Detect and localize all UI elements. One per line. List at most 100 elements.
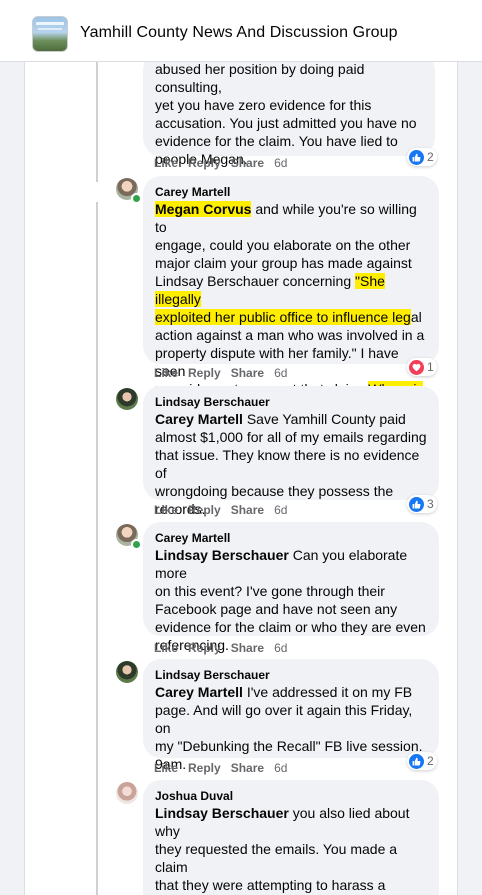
comment-text-line: evidence for the claim. You have lied to — [155, 132, 423, 150]
comment-actions: Like Reply Share 6d — [154, 503, 297, 517]
comment-timestamp[interactable]: 6d — [274, 641, 287, 655]
reaction-count[interactable]: 2 — [407, 148, 437, 166]
avatar[interactable] — [116, 782, 138, 804]
mention-link[interactable]: Megan Corvus — [155, 201, 252, 217]
comment-text-line: Megan Corvus and while you're so willing… — [155, 200, 427, 236]
comment-text: Megan Corvus and while you're so willing… — [155, 200, 427, 416]
reply-button[interactable]: Reply — [188, 761, 221, 775]
like-button[interactable]: Like — [154, 156, 178, 170]
comment-text-segment: Facebook page and have not seen any — [155, 601, 398, 617]
comment-text-segment: that they were attempting to harass a — [155, 877, 386, 893]
comment-bubble: Lindsay Berschauer Carey Martell Save Ya… — [143, 386, 439, 517]
like-reaction-icon — [409, 753, 424, 769]
comment-text-segment: almost $1,000 for all of my emails regar… — [155, 429, 427, 445]
comment-text-line: major claim your group has made against — [155, 254, 427, 272]
share-button[interactable]: Share — [231, 156, 264, 170]
group-header: Yamhill County News And Discussion Group — [0, 0, 482, 62]
comment-text: Carey Martell I've addressed it on my FB… — [155, 683, 427, 773]
comment-text-line: Facebook page and have not seen any — [155, 600, 427, 618]
reply-button[interactable]: Reply — [188, 503, 221, 517]
comment-text-segment: action against a man who was involved in… — [155, 327, 425, 343]
comment-timestamp[interactable]: 6d — [274, 761, 287, 775]
reaction-count-label: 3 — [427, 497, 434, 511]
like-button[interactable]: Like — [154, 366, 178, 380]
comment-text-line: almost $1,000 for all of my emails regar… — [155, 428, 427, 446]
avatar[interactable] — [116, 661, 138, 683]
reaction-count-label: 2 — [427, 754, 434, 768]
share-button[interactable]: Share — [231, 761, 264, 775]
comment-text-segment: exploited her public office to influence… — [155, 309, 411, 325]
comment-text-segment: page. And will go over it again this Fri… — [155, 702, 413, 736]
love-reaction-icon — [409, 359, 424, 375]
reaction-count[interactable]: 2 — [407, 752, 437, 770]
comment-thread: abused her position by doing paid consul… — [24, 62, 458, 895]
comment-bubble: Carey Martell Lindsay Berschauer Can you… — [143, 522, 439, 653]
group-avatar-icon[interactable] — [32, 16, 68, 52]
comment-text-segment: abused her position by doing paid consul… — [155, 62, 365, 95]
comment-bubble: Joshua Duval Lindsay Berschauer you also… — [143, 780, 439, 895]
mention-link[interactable]: Carey Martell — [155, 684, 243, 700]
comment-text-line: page. And will go over it again this Fri… — [155, 701, 427, 737]
comment-text-line: Lindsay Berschauer Can you elaborate mor… — [155, 546, 427, 582]
comment-text-line: Carey Martell Save Yamhill County paid — [155, 410, 427, 428]
reply-button[interactable]: Reply — [188, 366, 221, 380]
comment-text-segment: accusation. You just admitted you have n… — [155, 115, 417, 131]
comment-text: abused her position by doing paid consul… — [155, 62, 423, 168]
mention-link[interactable]: Lindsay Berschauer — [155, 805, 289, 821]
comment-author[interactable]: Joshua Duval — [155, 788, 427, 804]
thread-line — [96, 62, 98, 182]
comment-text-line: accusation. You just admitted you have n… — [155, 114, 423, 132]
comment-text-line: that they were attempting to harass a — [155, 876, 427, 894]
like-button[interactable]: Like — [154, 641, 178, 655]
comment-author[interactable]: Lindsay Berschauer — [155, 394, 427, 410]
comment-text-segment: wrongdoing because they possess the — [155, 483, 394, 499]
group-title[interactable]: Yamhill County News And Discussion Group — [80, 24, 398, 42]
comment-text: Carey Martell Save Yamhill County paid al… — [155, 410, 427, 518]
share-button[interactable]: Share — [231, 503, 264, 517]
comment-author[interactable]: Lindsay Berschauer — [155, 667, 427, 683]
comment-text-line: Lindsay Berschauer you also lied about w… — [155, 804, 427, 840]
share-button[interactable]: Share — [231, 366, 264, 380]
comment-text-segment: on this event? I've gone through their — [155, 583, 385, 599]
comment-text-line: evidence for the claim or who they are e… — [155, 618, 427, 636]
like-button[interactable]: Like — [154, 761, 178, 775]
comment-text: Lindsay Berschauer you also lied about w… — [155, 804, 427, 895]
comment-text-line: action against a man who was involved in… — [155, 326, 427, 344]
reply-button[interactable]: Reply — [188, 641, 221, 655]
comment-text-segment: yet you have zero evidence for this — [155, 97, 372, 113]
reaction-count[interactable]: 3 — [407, 495, 437, 513]
like-button[interactable]: Like — [154, 503, 178, 517]
comment-text-line: on this event? I've gone through their — [155, 582, 427, 600]
comment-text-line: they requested the emails. You made a cl… — [155, 840, 427, 876]
comment-text-line: Lindsay Berschauer concerning "She illeg… — [155, 272, 427, 308]
share-button[interactable]: Share — [231, 641, 264, 655]
comment-author[interactable]: Carey Martell — [155, 530, 427, 546]
comment-actions: Like Reply Share 6d — [154, 641, 297, 655]
mention-link[interactable]: Carey Martell — [155, 411, 243, 427]
reaction-count[interactable]: 1 — [407, 358, 437, 376]
comment-text-line: engage, could you elaborate on the other — [155, 236, 427, 254]
comment-text-line: abused her position by doing paid consul… — [155, 62, 423, 96]
comment-text-line: Carey Martell I've addressed it on my FB — [155, 683, 427, 701]
comment-text-segment: major claim your group has made against — [155, 255, 412, 271]
reply-button[interactable]: Reply — [188, 156, 221, 170]
comment-author[interactable]: Carey Martell — [155, 184, 427, 200]
like-reaction-icon — [409, 496, 424, 512]
comment-actions: Like Reply Share 6d — [154, 156, 297, 170]
comment-bubble: abused her position by doing paid consul… — [143, 62, 435, 167]
comment-text-line: my "Debunking the Recall" FB live sessio… — [155, 737, 427, 755]
comment-text-segment: Lindsay Berschauer concerning — [155, 273, 356, 289]
comment-actions: Like Reply Share 6d — [154, 761, 297, 775]
comment-text-segment: they requested the emails. You made a cl… — [155, 841, 398, 875]
online-status-icon — [131, 193, 142, 204]
avatar[interactable] — [116, 388, 138, 410]
comment-text-segment: engage, could you elaborate on the other — [155, 237, 411, 253]
comment-timestamp[interactable]: 6d — [274, 366, 287, 380]
comment-timestamp[interactable]: 6d — [274, 503, 287, 517]
reaction-count-label: 1 — [427, 360, 434, 374]
comment-text-segment: al — [410, 309, 422, 325]
mention-link[interactable]: Lindsay Berschauer — [155, 547, 289, 563]
comment-text-line: that issue. They know there is no eviden… — [155, 446, 427, 482]
comment-timestamp[interactable]: 6d — [274, 156, 287, 170]
comment-text-segment: evidence for the claim or who they are e… — [155, 619, 426, 635]
